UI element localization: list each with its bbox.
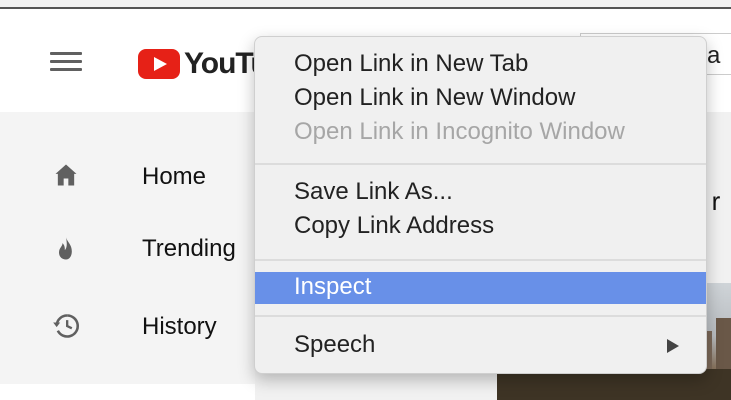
menu-item-label: Copy Link Address — [294, 212, 495, 239]
context-menu: Open Link in New Tab Open Link in New Wi… — [254, 36, 707, 374]
sidebar-item-trending[interactable]: Trending — [0, 218, 255, 278]
menu-item-open-new-window[interactable]: Open Link in New Window — [255, 83, 706, 115]
submenu-arrow-icon — [667, 339, 679, 353]
hamburger-line — [50, 60, 82, 63]
menu-separator — [255, 259, 706, 261]
menu-item-label: Open Link in Incognito Window — [294, 118, 625, 145]
menu-item-inspect[interactable]: Inspect — [255, 272, 706, 304]
hamburger-line — [50, 52, 82, 55]
sidebar-item-label: Home — [142, 163, 207, 190]
menu-item-label: Open Link in New Window — [294, 84, 576, 111]
search-input-text: a — [707, 42, 721, 69]
sidebar-item-label: History — [142, 313, 217, 340]
home-icon — [55, 164, 77, 186]
menu-separator — [255, 163, 706, 165]
sidebar-item-history[interactable]: History — [0, 296, 255, 356]
flame-icon — [59, 237, 72, 260]
menu-item-label: Inspect — [294, 273, 372, 300]
menu-separator — [255, 315, 706, 317]
sidebar-item-home[interactable]: Home — [0, 145, 255, 205]
youtube-logo[interactable]: YouTu — [138, 47, 269, 81]
sidebar-bottom — [0, 384, 255, 400]
hamburger-line — [50, 68, 82, 71]
menu-item-label: Speech — [294, 331, 376, 358]
youtube-play-icon — [138, 49, 180, 79]
history-icon — [53, 314, 79, 338]
window-top-border — [0, 0, 731, 9]
menu-item-open-new-tab[interactable]: Open Link in New Tab — [255, 49, 706, 81]
menu-item-label: Open Link in New Tab — [294, 50, 529, 77]
sidebar-item-label: Trending — [142, 235, 236, 262]
menu-item-copy-link-address[interactable]: Copy Link Address — [255, 211, 706, 243]
menu-item-label: Save Link As... — [294, 178, 453, 205]
menu-item-open-incognito: Open Link in Incognito Window — [255, 117, 706, 149]
menu-item-speech[interactable]: Speech — [255, 330, 706, 362]
hamburger-menu-icon[interactable] — [50, 52, 82, 72]
menu-item-save-link-as[interactable]: Save Link As... — [255, 177, 706, 209]
